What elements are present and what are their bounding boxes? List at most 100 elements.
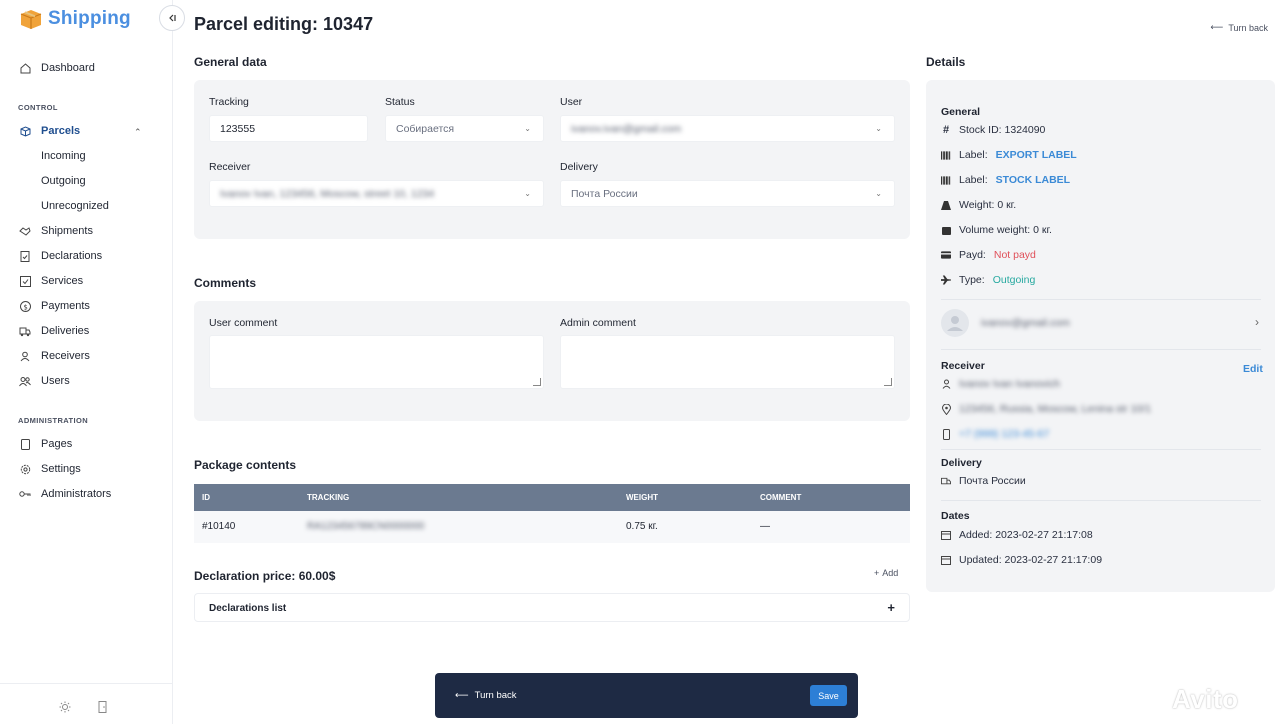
declarations-list-accordion[interactable]: Declarations list + — [194, 593, 910, 622]
user-comment-textarea[interactable] — [209, 335, 544, 389]
bottom-action-bar: ⟵ Turn back Save — [435, 673, 858, 718]
stock-label-row: Label: STOCK LABEL — [941, 174, 1070, 186]
status-select[interactable]: Собирается ⌄ — [385, 115, 544, 142]
save-button[interactable]: Save — [810, 685, 847, 706]
sidebar-item-receivers[interactable]: Receivers — [19, 346, 90, 366]
package-contents-title: Package contents — [194, 458, 297, 472]
cell-weight: 0.75 кг. — [626, 521, 658, 532]
sidebar-item-settings[interactable]: Settings — [19, 459, 81, 479]
divider — [941, 449, 1261, 450]
section-administration: ADMINISTRATION — [18, 416, 89, 425]
chevron-down-icon: ⌄ — [875, 124, 882, 133]
turn-back-link[interactable]: ⟵ Turn back — [1210, 22, 1268, 33]
receiver-select[interactable]: Ivanov Ivan, 123456, Moscow, street 10, … — [209, 180, 544, 207]
sidebar-item-declarations[interactable]: Declarations — [19, 246, 102, 266]
key-icon — [19, 488, 31, 500]
app-logo[interactable]: Shipping — [19, 8, 131, 30]
barcode-icon — [941, 175, 951, 185]
edit-receiver-link[interactable]: Edit — [1243, 363, 1263, 375]
divider — [941, 349, 1261, 350]
exit-icon[interactable] — [98, 701, 110, 713]
gear-icon — [19, 463, 31, 475]
table-row[interactable]: #10140 RA123456789CN0000000 0.75 кг. — — [194, 511, 910, 543]
comments-title: Comments — [194, 276, 257, 290]
receiver-heading: Receiver — [941, 360, 985, 372]
sidebar-footer — [0, 683, 173, 724]
stock-label-link[interactable]: STOCK LABEL — [996, 174, 1070, 186]
sidebar-item-dashboard[interactable]: Dashboard — [19, 58, 95, 78]
map-pin-icon — [941, 403, 951, 415]
sidebar-subitem-incoming[interactable]: Incoming — [41, 147, 86, 165]
sidebar-item-shipments[interactable]: Shipments — [19, 221, 93, 241]
phone-icon — [941, 428, 951, 440]
user-link-row[interactable]: ivanov@gmail.com › — [941, 309, 1261, 339]
details-title: Details — [926, 55, 966, 69]
column-id: ID — [202, 493, 210, 502]
delivery-select[interactable]: Почта России ⌄ — [560, 180, 895, 207]
svg-text:$: $ — [23, 303, 27, 311]
updated-date-row: Updated: 2023-02-27 21:17:09 — [941, 554, 1102, 566]
cell-id: #10140 — [202, 521, 236, 532]
column-weight: WEIGHT — [626, 493, 658, 502]
sidebar-subitem-unrecognized[interactable]: Unrecognized — [41, 197, 109, 215]
users-icon — [19, 375, 31, 387]
column-comment: COMMENT — [760, 493, 802, 502]
calendar-icon — [941, 530, 951, 540]
sidebar-item-services[interactable]: Services — [19, 271, 83, 291]
declaration-price: Declaration price: 60.00$ — [194, 569, 336, 583]
tracking-input[interactable]: 123555 — [209, 115, 368, 142]
box-logo-icon — [19, 8, 43, 30]
home-icon — [19, 62, 31, 74]
arrow-left-icon: ⟵ — [1210, 22, 1224, 32]
page-title: Parcel editing: 10347 — [194, 14, 374, 34]
delivery-label: Delivery — [560, 161, 598, 173]
collapse-sidebar-button[interactable] — [159, 5, 185, 31]
resize-handle-icon[interactable] — [533, 378, 541, 386]
sidebar-item-users[interactable]: Users — [19, 371, 70, 391]
user-select[interactable]: ivanov.ivan@gmail.com ⌄ — [560, 115, 895, 142]
add-declaration-button[interactable]: + Add — [874, 568, 898, 578]
document-icon — [19, 250, 31, 262]
package-table-header: ID TRACKING WEIGHT COMMENT — [194, 484, 910, 511]
arrow-left-icon: ⟵ — [455, 690, 469, 701]
truck-icon — [19, 325, 31, 337]
receiver-name-row: Ivanov Ivan Ivanovich — [941, 378, 1060, 390]
box-icon — [19, 125, 31, 137]
export-label-link[interactable]: EXPORT LABEL — [996, 149, 1077, 161]
delivery-heading: Delivery — [941, 457, 982, 469]
dates-heading: Dates — [941, 510, 970, 522]
turn-back-button[interactable]: ⟵ Turn back — [455, 690, 517, 701]
cell-comment: — — [760, 521, 770, 532]
stock-id-row: # Stock ID: 1324090 — [942, 124, 1046, 136]
resize-handle-icon[interactable] — [884, 378, 892, 386]
admin-comment-textarea[interactable] — [560, 335, 895, 389]
section-control: CONTROL — [18, 103, 58, 112]
export-label-row: Label: EXPORT LABEL — [941, 149, 1077, 161]
general-data-title: General data — [194, 55, 267, 69]
handshake-icon — [19, 225, 31, 237]
cell-tracking: RA123456789CN0000000 — [307, 521, 425, 532]
details-general-heading: General — [941, 106, 981, 118]
admin-comment-label: Admin comment — [560, 317, 636, 329]
sidebar-item-payments[interactable]: $ Payments — [19, 296, 90, 316]
sidebar-item-administrators[interactable]: Administrators — [19, 484, 111, 504]
collapse-arrow-icon — [169, 14, 176, 22]
sidebar-item-parcels[interactable]: Parcels — [19, 121, 80, 141]
receiver-phone-row: +7 (999) 123-45-67 — [941, 428, 1049, 440]
parcel-type: Outgoing — [992, 274, 1036, 286]
plane-icon — [941, 275, 951, 285]
app-name: Shipping — [48, 8, 131, 29]
sidebar-item-pages[interactable]: Pages — [19, 434, 72, 454]
barcode-icon — [941, 150, 951, 160]
delivery-row: Почта России — [941, 475, 1026, 487]
chevron-up-icon[interactable]: ⌃ — [134, 127, 142, 138]
type-row: Type: Outgoing — [941, 274, 1035, 286]
divider — [941, 500, 1261, 501]
volume-weight-row: Volume weight: 0 кг. — [941, 224, 1052, 236]
divider — [941, 299, 1261, 300]
sun-icon[interactable] — [59, 701, 71, 713]
sidebar-item-deliveries[interactable]: Deliveries — [19, 321, 89, 341]
sidebar-subitem-outgoing[interactable]: Outgoing — [41, 172, 86, 190]
user-label: User — [560, 96, 583, 108]
status-label: Status — [385, 96, 415, 108]
